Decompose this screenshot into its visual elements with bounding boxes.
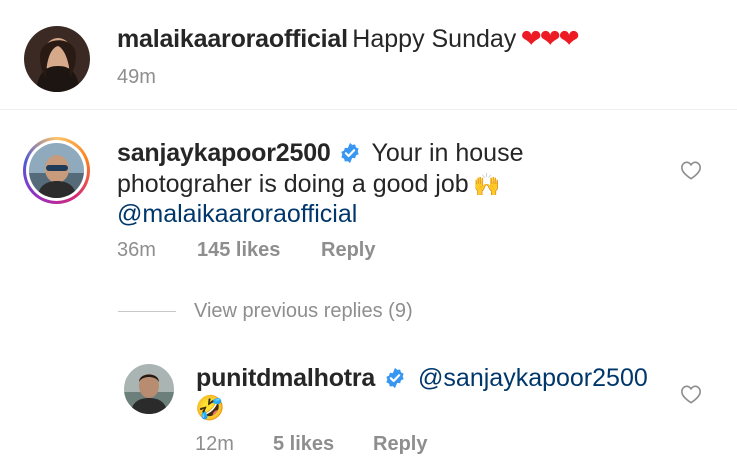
profile-photo <box>124 364 174 414</box>
view-previous-replies-button[interactable]: View previous replies (9) <box>194 300 413 323</box>
caption-text: Happy Sunday <box>352 25 517 53</box>
comment-likes[interactable]: 145 likes <box>197 239 280 262</box>
reply-line-1: punitdmalhotra @sanjaykapoor2500 <box>196 364 648 393</box>
hearts-emoji: ❤❤❤ <box>520 25 580 53</box>
mention-link[interactable]: @malaikaaroraofficial <box>117 200 357 228</box>
verified-badge-icon <box>341 142 359 164</box>
profile-photo <box>24 26 90 92</box>
like-heart-icon[interactable] <box>680 384 702 404</box>
reply-reply-button[interactable]: Reply <box>373 433 427 456</box>
caption-username[interactable]: malaikaaroraofficial <box>117 25 348 53</box>
comment-line-2: photograher is doing a good job 🙌 <box>117 170 501 199</box>
comment-line-1: sanjaykapoor2500 Your in house <box>117 139 524 168</box>
reply-line-2: 🤣 <box>195 394 225 423</box>
reply-likes[interactable]: 5 likes <box>273 433 334 456</box>
avatar-punitdmalhotra[interactable] <box>124 364 174 414</box>
caption-line: malaikaaroraofficial Happy Sunday ❤❤❤ <box>117 24 580 54</box>
comment-line-3: @malaikaaroraofficial <box>117 200 357 229</box>
comment-reply-button[interactable]: Reply <box>321 239 375 262</box>
comment-text-line2: photograher is doing a good job <box>117 170 469 198</box>
verified-badge-icon <box>385 367 404 389</box>
avatar-malaikaaroraofficial[interactable] <box>24 26 90 92</box>
like-heart-icon[interactable] <box>680 160 702 180</box>
raised-hands-emoji: 🙌 <box>473 172 501 197</box>
profile-photo <box>29 143 84 198</box>
replies-divider-line <box>118 311 176 312</box>
reply-username[interactable]: punitdmalhotra <box>196 364 375 392</box>
comment-timestamp: 36m <box>117 239 156 261</box>
comment-text-line1: Your in house <box>371 139 524 167</box>
comment-username[interactable]: sanjaykapoor2500 <box>117 139 331 167</box>
laughing-emoji: 🤣 <box>195 395 225 422</box>
reply-timestamp: 12m <box>195 433 234 455</box>
divider <box>0 109 737 110</box>
avatar-sanjaykapoor2500[interactable] <box>23 137 90 204</box>
reply-mention-link[interactable]: @sanjaykapoor2500 <box>418 364 648 392</box>
caption-timestamp: 49m <box>117 66 156 88</box>
